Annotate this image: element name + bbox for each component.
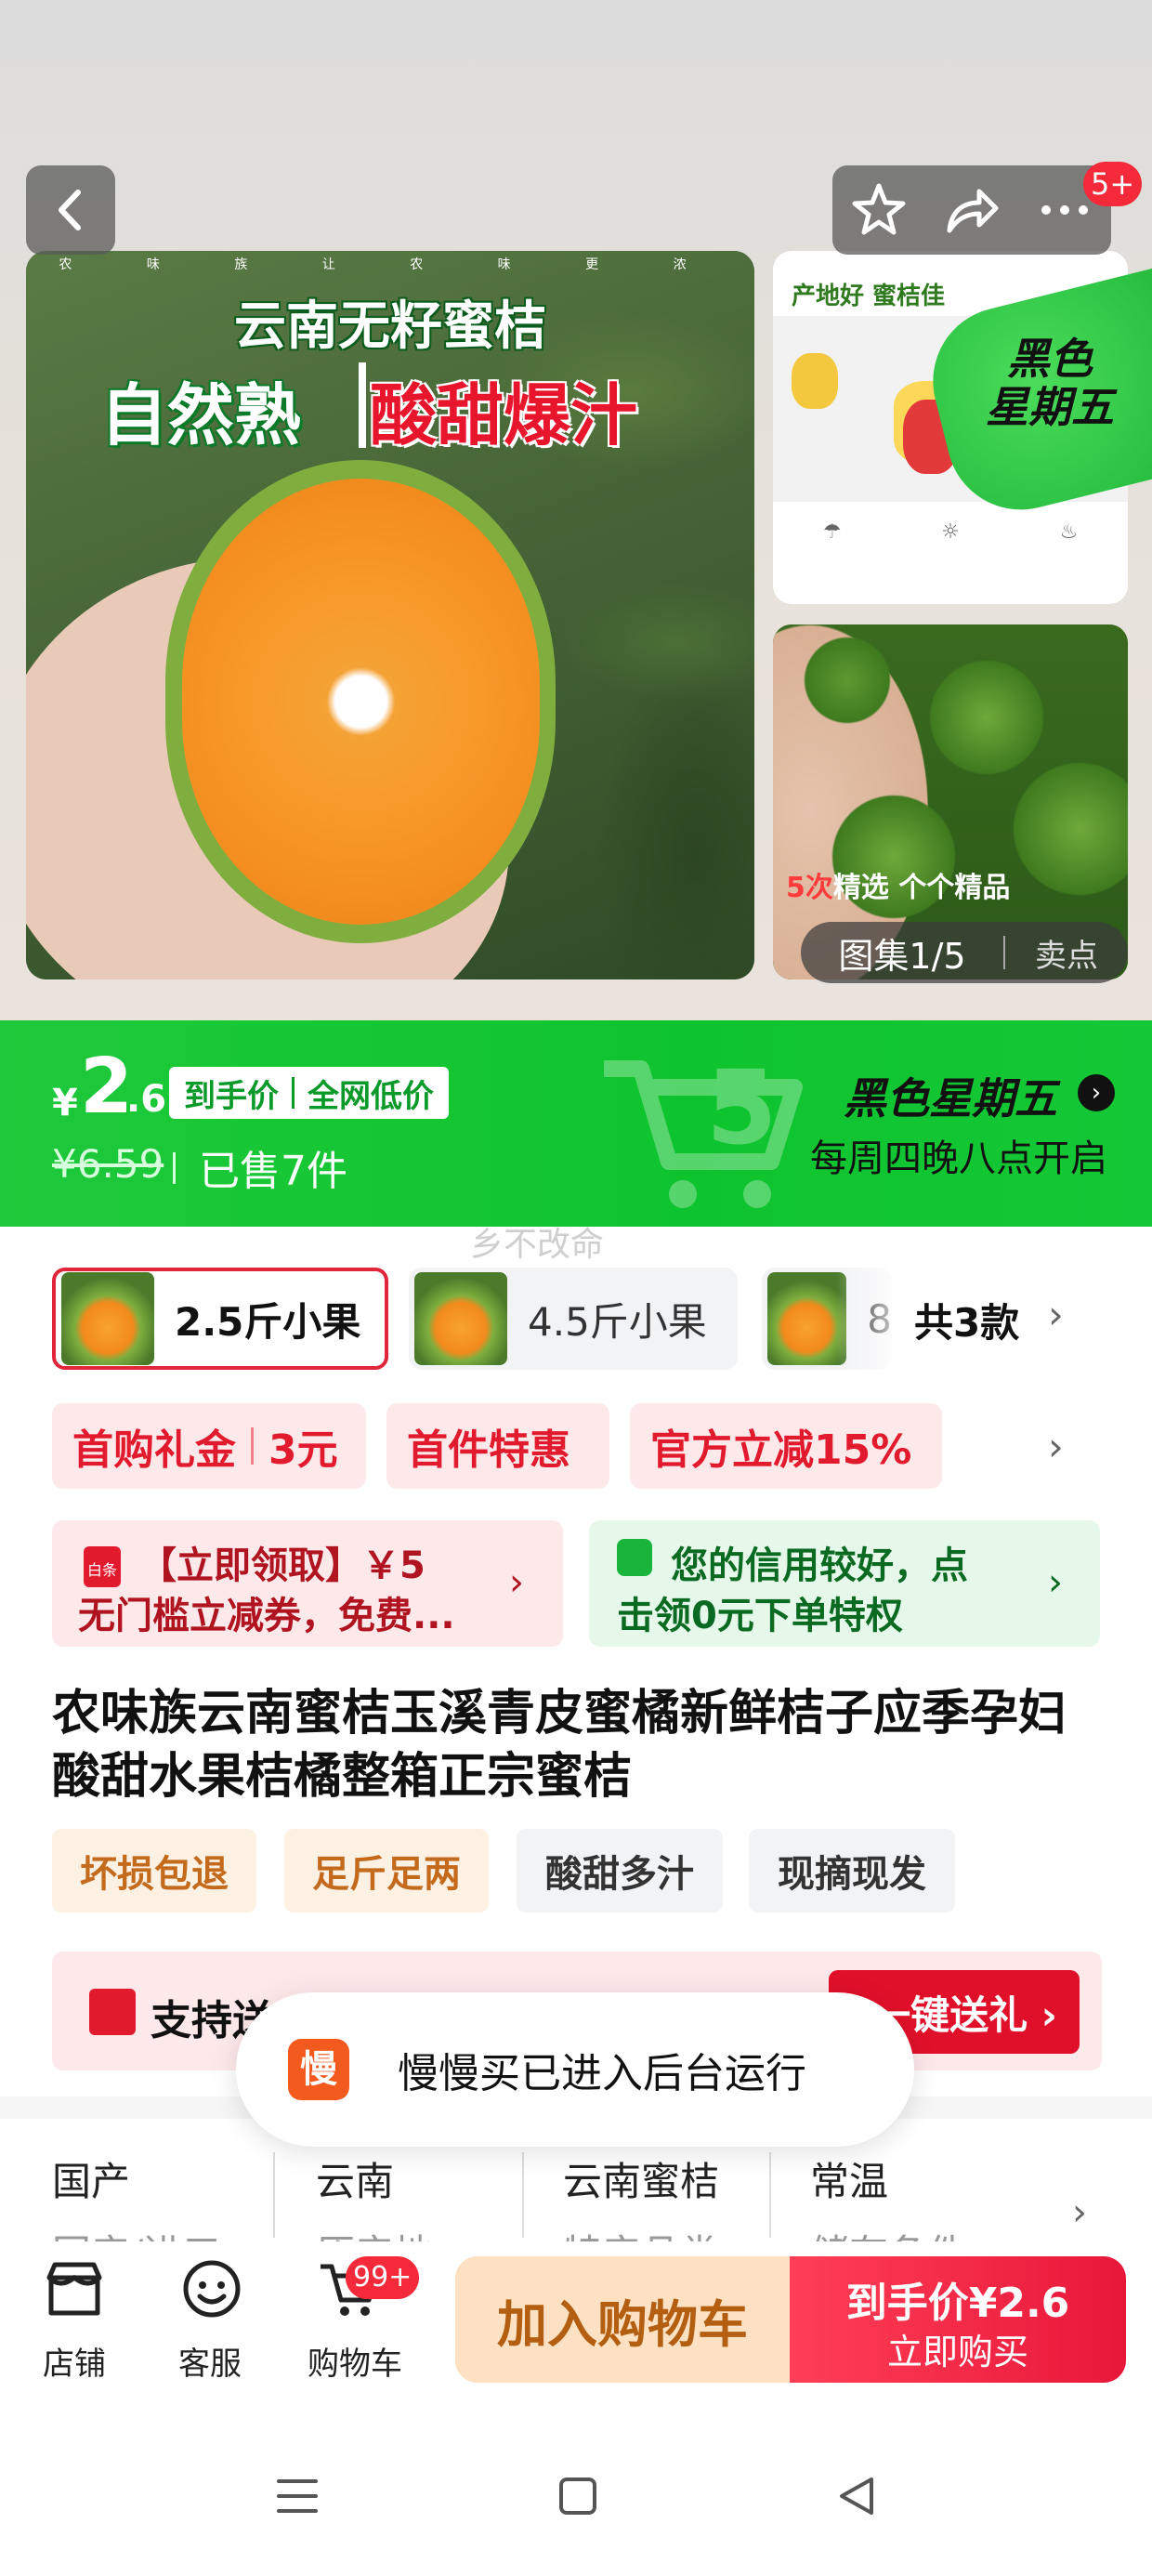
app-logo-icon: 慢	[288, 2039, 349, 2100]
buy-price: 到手价¥2.6	[845, 2280, 1070, 2327]
watermark: 乡不改命	[470, 1226, 605, 1264]
system-nav-bar	[0, 2416, 1152, 2576]
variant-thumb	[61, 1272, 154, 1365]
feature-tag[interactable]: 足斤足两	[284, 1829, 489, 1912]
coupon-first-purchase-gift[interactable]: 首购礼金 3元	[52, 1403, 366, 1489]
baitiao-icon: 白条	[84, 1546, 121, 1587]
thumb-fruit-caption: 5次精选 个个精品	[786, 872, 1011, 904]
coupon-first-item-deal[interactable]: 首件特惠	[386, 1403, 609, 1489]
chevron-right-icon[interactable]: ›	[1048, 1292, 1064, 1337]
event-subtitle: 每周四晚八点开启	[810, 1137, 1107, 1180]
main-product-image[interactable]: 农 味 族 让 农 味 更 浓 云南无籽蜜桔 自然熟 酸甜爆汁	[26, 251, 754, 979]
sold-count: 已售7件	[199, 1148, 347, 1195]
credit-line2: 击领0元下单特权	[617, 1595, 903, 1637]
chevron-left-icon	[59, 190, 81, 230]
variant-thumb	[414, 1272, 507, 1365]
variant-option[interactable]: 4.5斤小果	[409, 1268, 738, 1370]
chevron-right-icon: ›	[1048, 1561, 1063, 1604]
share-icon[interactable]	[942, 180, 1001, 240]
cart-count-badge: 99+	[346, 2256, 420, 2299]
buy-now-label: 立即购买	[886, 2332, 1028, 2372]
buy-now-button[interactable]: 到手价¥2.6 立即购买	[790, 2256, 1126, 2383]
black-friday-badge-text: 黑色 星期五	[986, 334, 1114, 432]
toast-text: 慢慢买已进入后台运行	[398, 2050, 806, 2097]
slogan-divider	[359, 362, 366, 448]
price-integer: 2	[80, 1043, 134, 1131]
thumb-map-icons: ☂ ☼ ♨	[822, 520, 1079, 544]
attr-value: 云南	[316, 2159, 395, 2204]
svg-text:5: 5	[706, 1048, 778, 1167]
menu-icon[interactable]	[275, 2476, 320, 2517]
feature-tag[interactable]: 酸甜多汁	[517, 1829, 723, 1912]
variant-option[interactable]: 2.5斤小果	[52, 1268, 388, 1370]
price-tag-right: 全网低价	[308, 1077, 434, 1115]
thumb-map-text: 产地好 蜜桔佳	[792, 283, 946, 310]
shopping-bag-icon	[617, 1539, 652, 1576]
image-slogan-right: 酸甜爆汁	[370, 376, 638, 454]
original-price: ¥6.59	[52, 1141, 164, 1187]
gallery-counter[interactable]: 图集1/5	[801, 927, 1003, 979]
background-toast: 慢 慢慢买已进入后台运行	[236, 1992, 914, 2147]
message-count-badge: 5+	[1083, 162, 1143, 206]
chevron-right-icon[interactable]: ›	[1072, 2191, 1087, 2234]
attr-value: 云南蜜桔	[563, 2159, 720, 2204]
store-icon[interactable]	[37, 2256, 111, 2321]
price-tag-left: 到手价	[184, 1077, 279, 1115]
add-to-cart-button[interactable]: 加入购物车	[455, 2256, 790, 2383]
attr-divider	[522, 2152, 524, 2238]
baitiao-line2: 无门槛立减券，免费...	[78, 1595, 455, 1637]
coupon-label: 首购礼金	[72, 1426, 236, 1474]
event-arrow-icon[interactable]: ›	[1078, 1074, 1115, 1111]
chevron-right-icon[interactable]: ›	[1048, 1424, 1064, 1469]
coupon-value: 3元	[268, 1426, 338, 1474]
variant-fade	[836, 1266, 910, 1372]
attr-value: 国产	[52, 2159, 131, 2204]
cart-label[interactable]: 购物车	[299, 2338, 411, 2384]
back-triangle-icon[interactable]	[836, 2476, 877, 2517]
product-title: 农味族云南蜜桔玉溪青皮蜜橘新鲜桔子应季孕妇酸甜水果桔橘整箱正宗蜜桔	[52, 1686, 1067, 1805]
coupon-official-discount[interactable]: 官方立减15%	[630, 1403, 942, 1489]
gift-icon	[89, 1989, 136, 2035]
price-tag: 到手价 全网低价	[169, 1067, 449, 1119]
service-label[interactable]: 客服	[154, 2338, 266, 2384]
image-title: 云南无籽蜜桔	[234, 296, 546, 357]
attr-value: 常温	[810, 2159, 889, 2204]
credit-line1: 您的信用较好，点	[671, 1544, 968, 1587]
back-button[interactable]	[26, 165, 115, 255]
baitiao-line1: 【立即领取】￥5	[139, 1544, 425, 1587]
store-label[interactable]: 店铺	[19, 2338, 130, 2384]
home-icon[interactable]	[557, 2476, 598, 2517]
price-decimal: .6	[126, 1078, 167, 1121]
star-icon[interactable]	[849, 180, 909, 240]
variant-label: 4.5斤小果	[528, 1298, 707, 1345]
feature-tag[interactable]: 坏损包退	[52, 1829, 256, 1912]
event-title[interactable]: 黑色星期五	[844, 1065, 1057, 1126]
image-header-strip: 农 味 族 让 农 味 更 浓	[59, 257, 722, 272]
selling-points-tab[interactable]: 卖点	[1005, 930, 1128, 976]
variant-label: 2.5斤小果	[175, 1298, 361, 1345]
price-currency: ¥	[52, 1082, 78, 1124]
image-slogan-left: 自然熟	[100, 376, 302, 454]
sold-divider	[173, 1152, 176, 1184]
cart-watermark-icon: 5	[604, 1048, 803, 1208]
variant-total[interactable]: 共3款	[914, 1292, 1019, 1348]
feature-tag[interactable]: 现摘现发	[749, 1829, 955, 1912]
top-action-group	[832, 165, 1111, 255]
attr-divider	[769, 2152, 771, 2238]
chevron-right-icon: ›	[509, 1561, 524, 1604]
gallery-pill[interactable]: 图集1/5 卖点	[801, 922, 1128, 983]
variant-thumb	[767, 1272, 847, 1365]
attr-divider	[273, 2152, 275, 2238]
customer-service-icon[interactable]	[175, 2256, 249, 2321]
